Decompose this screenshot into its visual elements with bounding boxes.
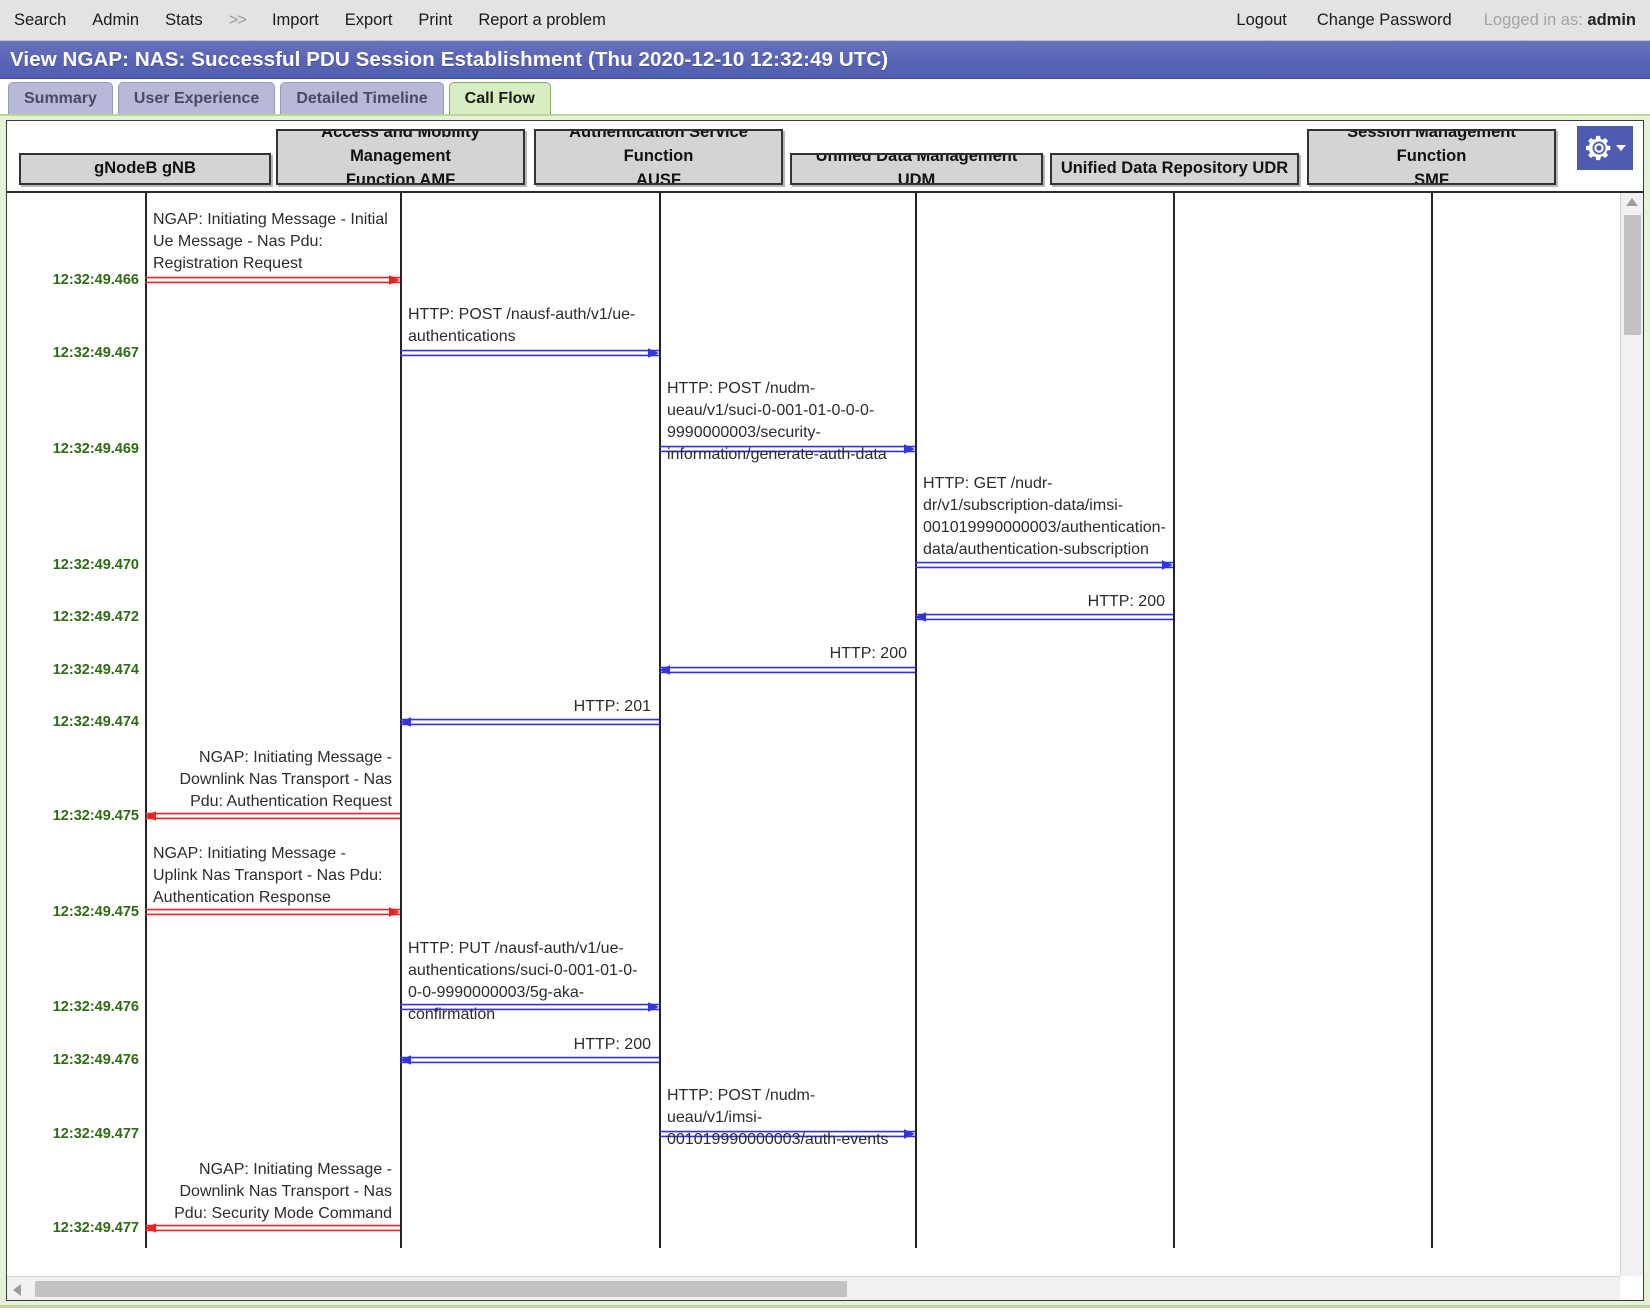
tab-detailed-timeline[interactable]: Detailed Timeline: [280, 82, 443, 114]
logout-link[interactable]: Logout: [1236, 11, 1286, 30]
chevron-down-icon: [1616, 145, 1626, 151]
message-arrow[interactable]: [659, 665, 915, 675]
lifeline-ausf: [659, 193, 661, 1248]
actor-header-row: gNodeB gNB Access and Mobility Management…: [7, 121, 1643, 193]
message-timestamp: 12:32:49.474: [7, 714, 139, 730]
message-arrow[interactable]: [400, 1055, 659, 1065]
settings-gear-button[interactable]: [1577, 126, 1633, 170]
sequence-diagram-canvas: 12:32:49.466 NGAP: Initiating Message - I…: [7, 193, 1607, 1276]
actor-label: Unified Data Management UDM: [796, 153, 1037, 185]
page-title: View NGAP: NAS: Successful PDU Session E…: [0, 41, 1650, 79]
call-flow-panel: gNodeB gNB Access and Mobility Management…: [0, 114, 1650, 1307]
message-timestamp: 12:32:49.470: [7, 557, 139, 573]
window-bottom-strip: [0, 1307, 1650, 1313]
lifeline-unified-data-management-udm: [915, 193, 917, 1248]
change-password-link[interactable]: Change Password: [1317, 11, 1452, 30]
tab-user-experience[interactable]: User Experience: [118, 82, 275, 114]
tab-call-flow[interactable]: Call Flow: [449, 82, 551, 114]
menu-items: Search Admin Stats >> Import Export Print Repor…: [14, 11, 632, 30]
menu-export[interactable]: Export: [345, 11, 393, 30]
actor-header-ausf[interactable]: Authentication Service FunctionAUSF: [534, 129, 783, 185]
message-label: HTTP: PUT /nausf-auth/v1/ue-authenticati…: [408, 938, 651, 1026]
message-label: HTTP: POST /nudm-ueau/v1/suci-0-001-01-0…: [667, 378, 907, 466]
sequence-diagram-scroll-area[interactable]: 12:32:49.466 NGAP: Initiating Message - I…: [7, 193, 1643, 1276]
message-label: HTTP: 200: [923, 591, 1165, 613]
message-arrow[interactable]: [915, 560, 1173, 570]
actor-label: Unified Data Repository UDR: [1061, 157, 1288, 181]
message-label: NGAP: Initiating Message - Downlink Nas …: [153, 1159, 392, 1225]
lifeline-gnodeb-gnb: [145, 193, 147, 1248]
actor-header-unified-data-repository-udr[interactable]: Unified Data Repository UDR: [1050, 153, 1299, 185]
lifeline-smf: [1431, 193, 1433, 1248]
actor-header-smf[interactable]: Session Management FunctionSMF: [1307, 129, 1556, 185]
message-arrow[interactable]: [915, 612, 1173, 622]
menu-print[interactable]: Print: [418, 11, 452, 30]
message-label: HTTP: POST /nausf-auth/v1/ue-authenticat…: [408, 304, 651, 348]
actor-label: Authentication Service FunctionAUSF: [540, 129, 777, 185]
gear-icon: [1584, 133, 1614, 163]
message-timestamp: 12:32:49.469: [7, 441, 139, 457]
tab-summary[interactable]: Summary: [8, 82, 113, 114]
message-timestamp: 12:32:49.466: [7, 272, 139, 288]
menu-more[interactable]: >>: [229, 11, 246, 30]
message-arrow[interactable]: [400, 348, 659, 358]
scroll-left-arrow-icon[interactable]: [13, 1284, 21, 1296]
message-label: HTTP: GET /nudr-dr/v1/subscription-data/…: [923, 473, 1165, 561]
scroll-up-arrow-icon[interactable]: [1626, 198, 1638, 206]
message-timestamp: 12:32:49.476: [7, 1052, 139, 1068]
actor-header-unified-data-management-udm[interactable]: Unified Data Management UDM: [790, 153, 1043, 185]
actor-label: Session Management FunctionSMF: [1313, 129, 1550, 185]
message-label: HTTP: POST /nudm-ueau/v1/imsi-0010199900…: [667, 1085, 907, 1151]
message-label: HTTP: 201: [408, 696, 651, 718]
top-menu-bar: Search Admin Stats >> Import Export Print Repor…: [0, 0, 1650, 41]
message-label: HTTP: 200: [408, 1034, 651, 1056]
message-timestamp: 12:32:49.467: [7, 345, 139, 361]
message-timestamp: 12:32:49.477: [7, 1126, 139, 1142]
account-actions: Logout Change Password Logged in as: adm…: [1206, 11, 1636, 30]
message-label: NGAP: Initiating Message - Downlink Nas …: [153, 747, 392, 813]
message-timestamp: 12:32:49.476: [7, 999, 139, 1015]
menu-report-a-problem[interactable]: Report a problem: [478, 11, 605, 30]
menu-search[interactable]: Search: [14, 11, 66, 30]
vertical-scrollbar-thumb[interactable]: [1624, 215, 1641, 335]
message-arrow[interactable]: [400, 717, 659, 727]
message-label: HTTP: 200: [667, 643, 907, 665]
logged-in-username: admin: [1587, 11, 1636, 29]
message-timestamp: 12:32:49.475: [7, 808, 139, 824]
message-timestamp: 12:32:49.475: [7, 904, 139, 920]
message-timestamp: 12:32:49.474: [7, 662, 139, 678]
menu-stats[interactable]: Stats: [165, 11, 203, 30]
actor-header-function-amf[interactable]: Access and Mobility ManagementFunction A…: [276, 129, 525, 185]
actor-label: gNodeB gNB: [94, 157, 196, 181]
message-label: NGAP: Initiating Message - Initial Ue Me…: [153, 209, 392, 275]
actor-header-gnodeb-gnb[interactable]: gNodeB gNB: [19, 153, 271, 185]
logged-in-label: Logged in as:: [1484, 11, 1583, 29]
menu-import[interactable]: Import: [272, 11, 319, 30]
horizontal-scrollbar-thumb[interactable]: [35, 1281, 847, 1297]
message-timestamp: 12:32:49.472: [7, 609, 139, 625]
message-timestamp: 12:32:49.477: [7, 1220, 139, 1236]
horizontal-scrollbar[interactable]: [7, 1276, 1620, 1300]
lifeline-unified-data-repository-udr: [1173, 193, 1175, 1248]
vertical-scrollbar[interactable]: [1620, 193, 1643, 1276]
actor-label: Access and Mobility ManagementFunction A…: [282, 129, 519, 185]
logged-in-status: Logged in as: admin: [1484, 11, 1636, 30]
message-label: NGAP: Initiating Message - Uplink Nas Tr…: [153, 843, 392, 909]
tab-bar: SummaryUser ExperienceDetailed TimelineC…: [0, 79, 1650, 114]
message-arrow[interactable]: [145, 275, 400, 285]
menu-admin[interactable]: Admin: [92, 11, 139, 30]
call-flow-viewport: gNodeB gNB Access and Mobility Management…: [6, 120, 1644, 1301]
